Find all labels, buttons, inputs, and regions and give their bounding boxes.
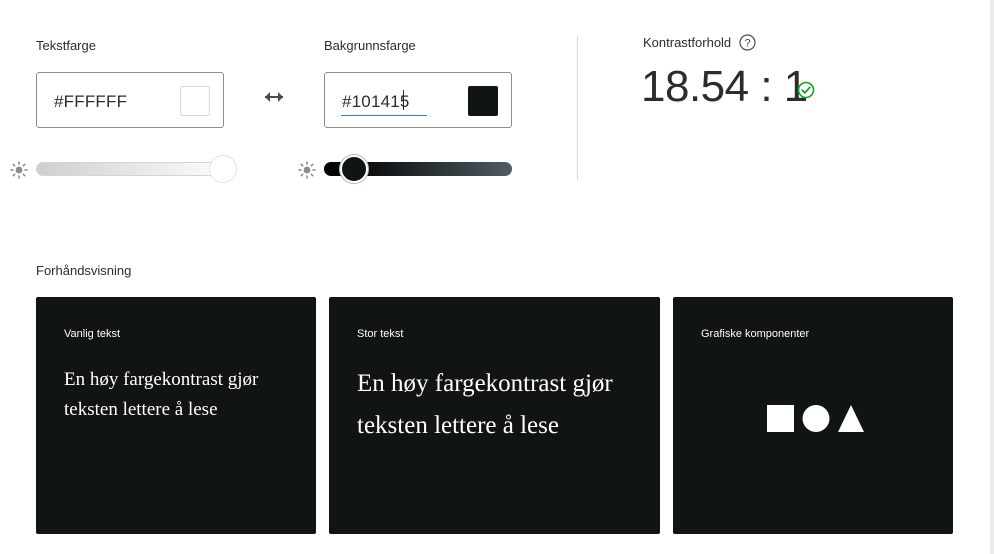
background-color-swatch[interactable] <box>468 86 498 116</box>
text-cursor <box>403 90 404 110</box>
text-brightness-slider[interactable] <box>36 155 237 183</box>
text-color-field[interactable]: #FFFFFF <box>36 72 224 128</box>
preview-card-large-text: Stor tekst En høy fargekontrast gjør tek… <box>329 297 660 534</box>
background-color-hex-input[interactable]: #101415 <box>342 92 410 112</box>
card-title: Vanlig tekst <box>64 328 121 340</box>
help-icon[interactable]: ? <box>739 34 756 51</box>
background-color-label: Bakgrunnsfarge <box>324 38 416 53</box>
text-color-hex-input[interactable]: #FFFFFF <box>54 92 127 112</box>
background-brightness-slider[interactable] <box>324 155 512 183</box>
card-title: Stor tekst <box>357 328 404 340</box>
scrollbar-track[interactable] <box>990 0 994 554</box>
brightness-icon <box>298 161 316 179</box>
check-circle-icon <box>797 81 815 99</box>
swap-arrows-icon[interactable] <box>262 89 286 105</box>
triangle-shape <box>838 405 864 432</box>
circle-shape <box>802 405 830 432</box>
square-shape <box>767 405 794 432</box>
svg-text:?: ? <box>744 38 750 50</box>
text-color-label: Tekstfarge <box>36 38 96 53</box>
sample-text: En høy fargekontrast gjør teksten letter… <box>357 370 613 439</box>
background-color-field[interactable]: #101415 <box>324 72 512 128</box>
contrast-ratio-label: Kontrastforhold <box>643 35 732 50</box>
section-divider <box>577 36 578 180</box>
brightness-icon <box>10 161 28 179</box>
card-title: Grafiske komponenter <box>701 328 810 340</box>
graphic-shapes <box>767 405 864 432</box>
text-brightness-handle[interactable] <box>209 155 237 183</box>
focus-underline <box>341 115 427 116</box>
preview-card-graphic-components: Grafiske komponenter <box>673 297 953 534</box>
background-brightness-handle[interactable] <box>339 155 368 183</box>
preview-card-normal-text: Vanlig tekst En høy fargekontrast gjør t… <box>36 297 316 534</box>
sample-text: En høy fargekontrast gjør teksten letter… <box>64 369 259 420</box>
text-color-swatch[interactable] <box>180 86 210 116</box>
preview-label: Forhåndsvisning <box>36 263 132 278</box>
contrast-ratio-value: 18.54 : 1 <box>641 62 808 111</box>
